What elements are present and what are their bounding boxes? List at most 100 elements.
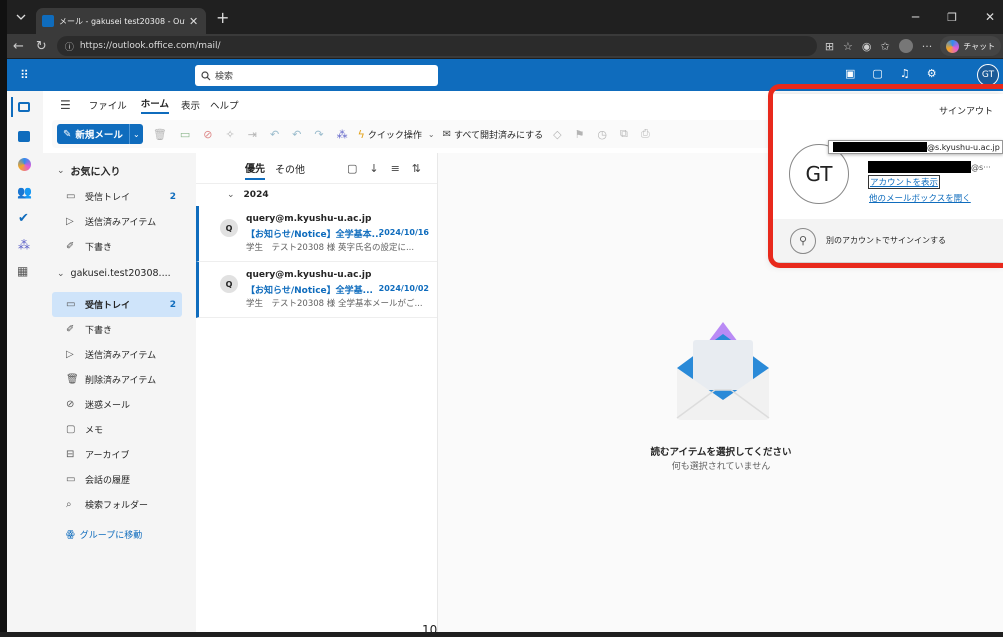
jump-icon[interactable]: ↓: [369, 162, 378, 175]
favorite-star-icon[interactable]: ☆: [843, 40, 853, 53]
folder-item[interactable]: ▭ 受信トレイ 2: [52, 292, 182, 317]
folder-item[interactable]: 🗑 削除済みアイテム: [52, 367, 182, 392]
profile-icon[interactable]: [898, 39, 913, 53]
footer-number: 10: [422, 623, 438, 637]
teams-icon[interactable]: ▣: [845, 67, 855, 80]
back-icon[interactable]: ←: [13, 39, 24, 54]
folder-label: メモ: [85, 426, 104, 436]
rail-teams-icon[interactable]: ⁂: [18, 238, 30, 252]
hamburger-icon[interactable]: ☰: [60, 98, 71, 112]
split-screen-icon[interactable]: ⊞: [825, 40, 834, 53]
new-tab-icon[interactable]: +: [216, 8, 229, 27]
tab-view[interactable]: 表示: [181, 98, 200, 112]
filter-icon[interactable]: ≡: [391, 162, 400, 175]
folder-label: 検索フォルダー: [85, 501, 149, 511]
groups-icon: ꙮ: [66, 529, 75, 540]
print-icon[interactable]: ⎙: [641, 127, 650, 141]
compose-icon: ✎: [63, 128, 72, 140]
gear-icon[interactable]: ⚙: [927, 67, 937, 80]
tab-home[interactable]: ホーム: [140, 96, 169, 114]
reply-all-icon[interactable]: ↶: [292, 128, 301, 141]
report-icon[interactable]: ⊘: [203, 128, 212, 141]
site-info-icon[interactable]: ⓘ: [65, 40, 74, 53]
quick-steps-button[interactable]: ϟ クイック操作 ⌄: [358, 128, 435, 141]
new-mail-label: 新規メール: [75, 130, 123, 141]
folder-label: 下書き: [85, 326, 113, 336]
browser-toolbar: ← ↻ ⓘ https://outlook.office.com/mail/ ⊞…: [7, 34, 1003, 58]
tab-focused[interactable]: 優先: [245, 160, 265, 180]
tab-other[interactable]: その他: [275, 161, 305, 176]
more-icon[interactable]: ···: [922, 40, 933, 53]
avatar-button[interactable]: GT: [977, 64, 999, 86]
restore-icon[interactable]: ❐: [947, 11, 957, 24]
tab-help[interactable]: ヘルプ: [210, 98, 239, 112]
folder-item[interactable]: ✐ 下書き: [52, 317, 182, 342]
rail-apps-icon[interactable]: ▦: [17, 264, 28, 278]
folder-icon: ▭: [66, 474, 76, 485]
go-to-groups-link[interactable]: ꙮ グループに移動: [66, 528, 142, 541]
search-placeholder: 検索: [215, 72, 234, 82]
chevron-down-icon: ⌄: [57, 268, 65, 279]
folder-item[interactable]: ▷ 送信済みアイテム: [52, 342, 182, 367]
refresh-icon[interactable]: ↻: [36, 39, 47, 54]
copilot-chat-button[interactable]: チャット: [940, 36, 1002, 56]
rail-copilot-icon[interactable]: [18, 158, 31, 171]
forward-icon[interactable]: ↷: [314, 128, 323, 141]
close-tab-icon[interactable]: ✕: [189, 15, 198, 28]
pencil-icon: ✐: [66, 324, 75, 335]
note-icon: ▢: [66, 424, 76, 435]
snooze-icon[interactable]: ◷: [597, 128, 607, 141]
folder-item[interactable]: ▷ 送信済みアイテム: [52, 209, 182, 234]
select-icon[interactable]: ▢: [347, 162, 357, 175]
rules-icon[interactable]: ⧉: [620, 127, 628, 141]
extension-icon[interactable]: ◉: [862, 40, 872, 53]
rail-people-icon[interactable]: 👥: [17, 185, 32, 199]
flag-icon[interactable]: ⚑: [575, 128, 585, 141]
outlook-favicon-icon: [42, 15, 54, 27]
sweep-icon[interactable]: ✧: [226, 128, 235, 141]
folder-label: 受信トレイ: [85, 193, 131, 203]
folder-label: アーカイブ: [85, 451, 130, 461]
sort-icon[interactable]: ⇅: [412, 162, 421, 175]
new-mail-dropdown[interactable]: ⌄: [128, 124, 143, 144]
favorites-header[interactable]: ⌄ お気に入り: [57, 163, 121, 179]
note-header-icon[interactable]: ▢: [872, 67, 882, 80]
archive-ribbon-icon[interactable]: ▭: [180, 128, 190, 141]
desktop-edge-left: [0, 0, 7, 632]
quick-steps-label: クイック操作: [367, 130, 422, 141]
teams-share-icon[interactable]: ⁂: [337, 128, 348, 141]
new-mail-button[interactable]: ✎ 新規メール: [57, 124, 129, 144]
collections-icon[interactable]: ✩: [881, 40, 890, 53]
message-item[interactable]: Qquery@m.kyushu-u.ac.jp 【お知らせ/Notice】全学基本…: [196, 206, 437, 262]
close-window-icon[interactable]: ✕: [985, 10, 995, 24]
tab-list-chevron-icon[interactable]: [10, 6, 32, 28]
reply-icon[interactable]: ↶: [270, 128, 279, 141]
folder-item[interactable]: ▭ 受信トレイ 2: [52, 184, 182, 209]
bell-icon[interactable]: ♫: [900, 67, 910, 80]
tag-icon[interactable]: ◇: [553, 128, 561, 141]
folder-item[interactable]: ⊟ アーカイブ: [52, 442, 182, 467]
minimize-icon[interactable]: ─: [912, 10, 919, 24]
folder-item[interactable]: ▢ メモ: [52, 417, 182, 442]
tab-file[interactable]: ファイル: [89, 98, 127, 112]
mark-all-read-button[interactable]: ✉ すべて開封済みにする: [443, 128, 544, 141]
chevron-down-icon[interactable]: ⌄: [428, 130, 435, 139]
folder-item[interactable]: ✐ 下書き: [52, 234, 182, 259]
folder-label: 迷惑メール: [85, 401, 131, 411]
unread-count: 2: [169, 299, 176, 310]
rail-calendar-icon[interactable]: [18, 131, 30, 142]
app-launcher-icon[interactable]: ⠿: [20, 68, 29, 82]
message-item[interactable]: Qquery@m.kyushu-u.ac.jp 【お知らせ/Notice】全学基.…: [196, 262, 437, 318]
folder-item[interactable]: ⊘ 迷惑メール: [52, 392, 182, 417]
year-group-header[interactable]: ⌄ 2024: [196, 183, 437, 206]
search-input[interactable]: 検索: [195, 65, 438, 86]
folder-item[interactable]: ▭ 会話の履歴: [52, 467, 182, 492]
browser-tab[interactable]: メール - gakusei test20308 - Outlook ✕: [36, 8, 206, 34]
account-header[interactable]: ⌄ gakusei.test20308....: [57, 268, 171, 279]
folder-item[interactable]: ⌕ 検索フォルダー: [52, 492, 182, 517]
rail-mail-icon[interactable]: [11, 97, 35, 117]
rail-todo-icon[interactable]: ✔: [18, 211, 29, 226]
address-bar[interactable]: ⓘ https://outlook.office.com/mail/: [56, 36, 817, 56]
move-icon[interactable]: ⇥: [248, 128, 257, 141]
delete-icon[interactable]: 🗑: [153, 128, 167, 141]
